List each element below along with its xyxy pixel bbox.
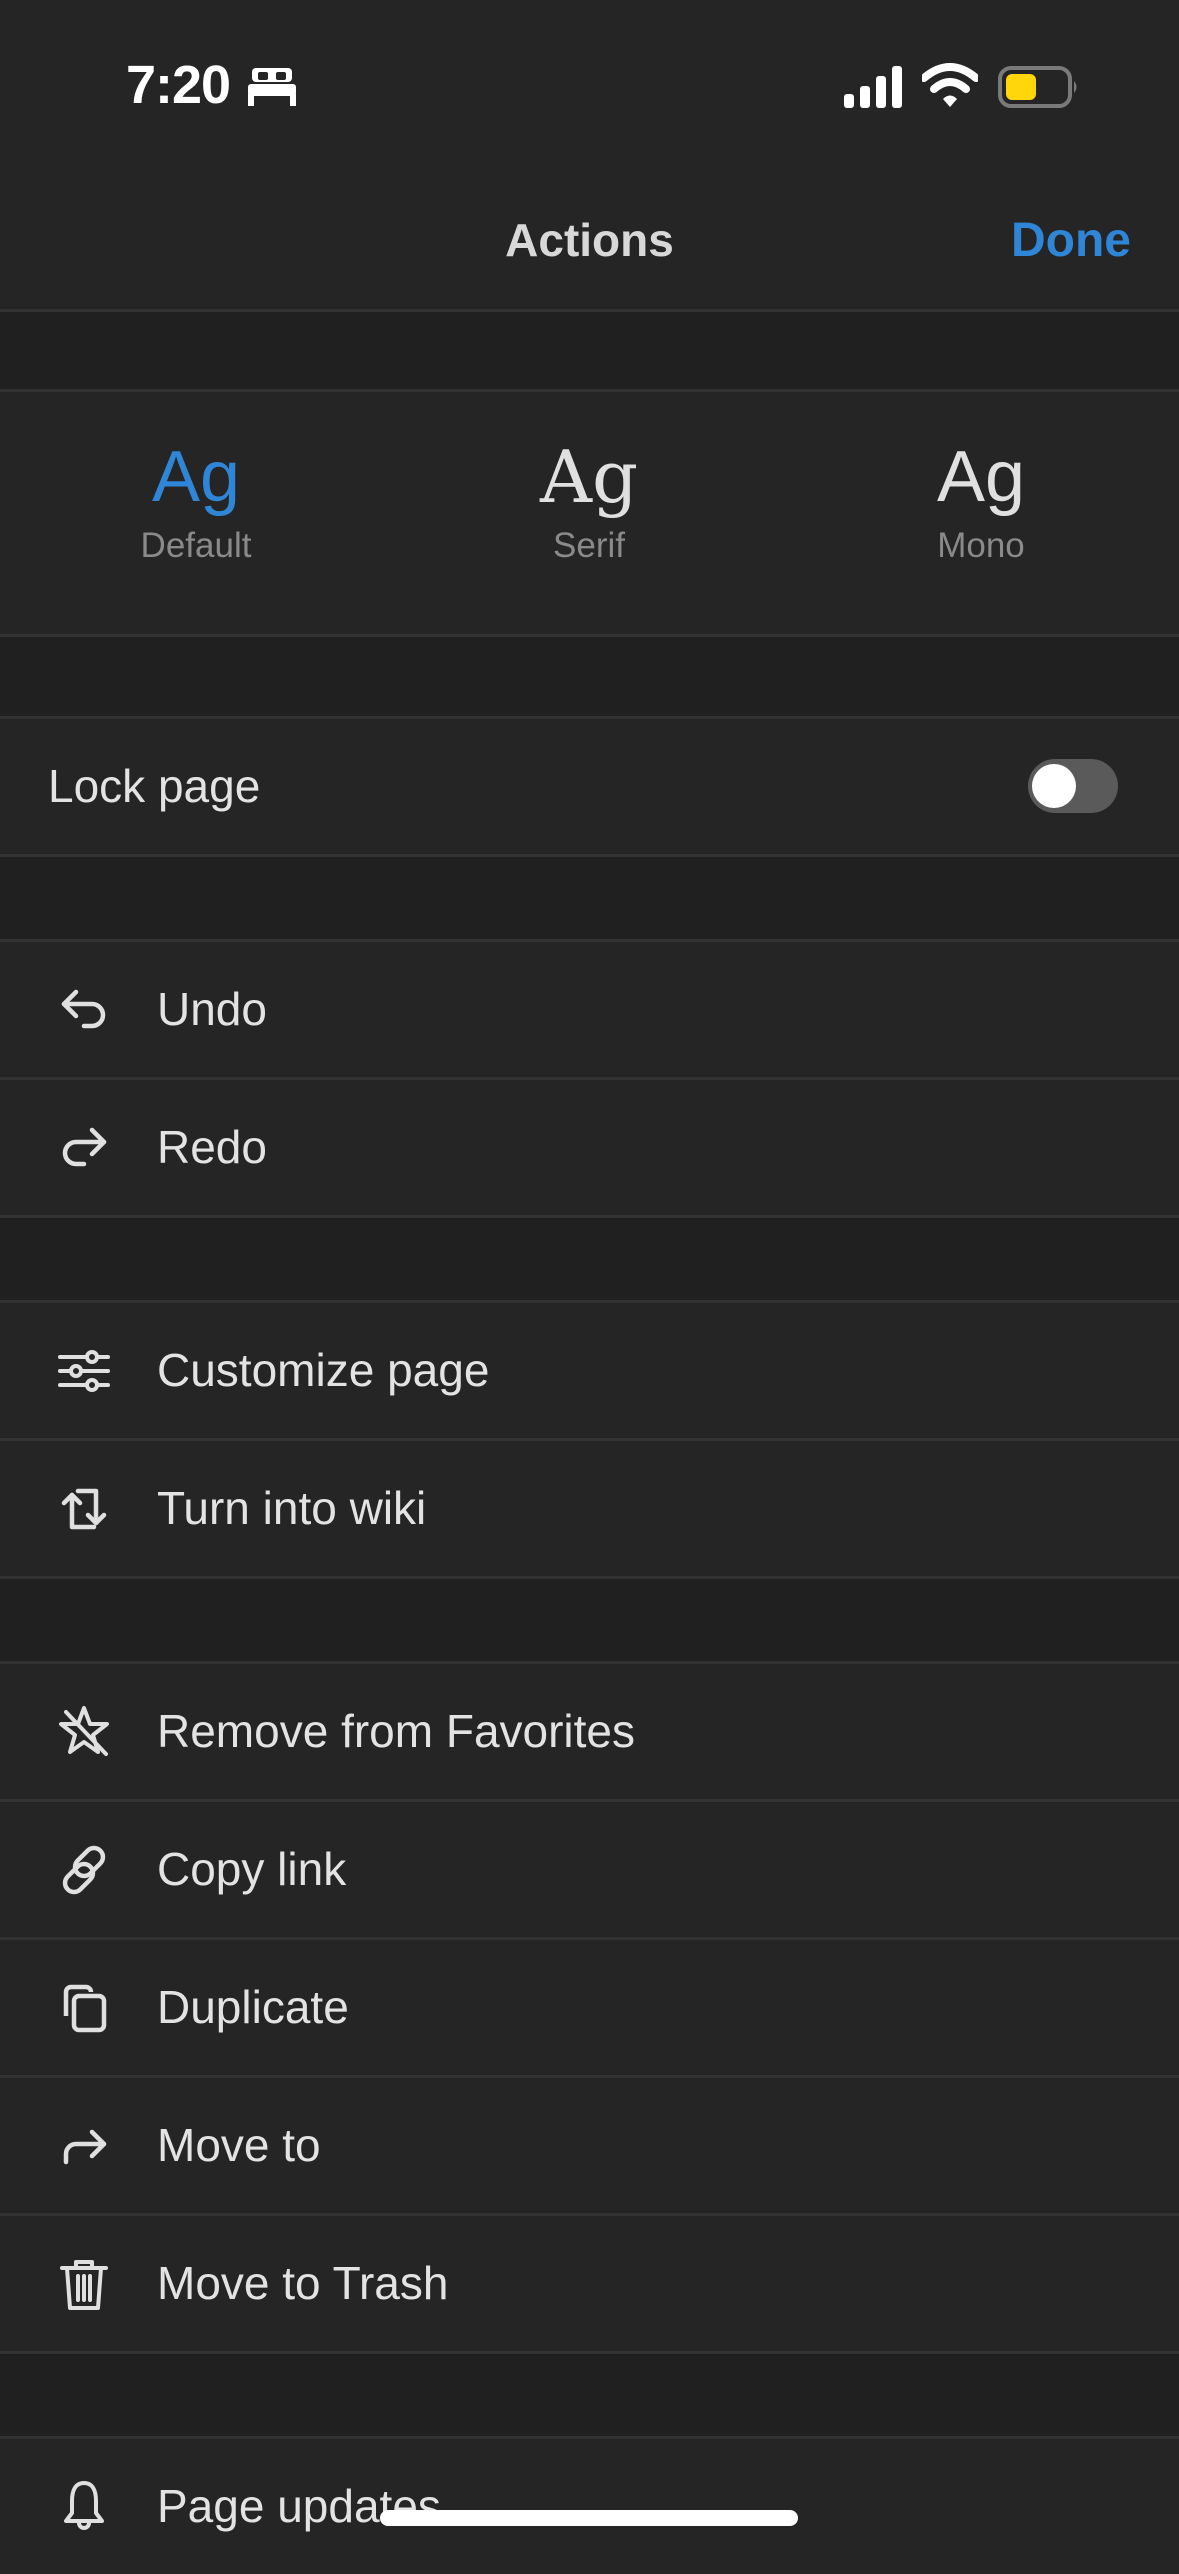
font-preview-default: Ag — [151, 437, 241, 517]
link-icon — [56, 1842, 112, 1898]
lock-page-toggle[interactable] — [1028, 759, 1118, 813]
status-time: 7:20 — [126, 55, 231, 115]
menu-item-duplicate[interactable]: Duplicate — [0, 1940, 1179, 2078]
menu-item-label: Remove from Favorites — [157, 1705, 636, 1757]
done-button[interactable]: Done — [1011, 213, 1131, 268]
menu-item-undo[interactable]: Undo — [0, 942, 1179, 1080]
convert-icon — [56, 1481, 112, 1537]
status-bar: 7:20 — [0, 0, 1179, 175]
toggle-knob — [1032, 764, 1076, 808]
nav-bar: Actions Done — [0, 175, 1179, 312]
section-gap — [0, 2354, 1179, 2439]
menu-item-label: Move to — [157, 2119, 321, 2171]
font-label-default: Default — [140, 526, 252, 565]
undo-icon — [56, 982, 112, 1038]
menu-item-move-to[interactable]: Move to — [0, 2078, 1179, 2216]
home-indicator[interactable] — [380, 2510, 798, 2526]
lock-page-label: Lock page — [48, 760, 261, 812]
cellular-signal-icon — [844, 66, 902, 108]
menu-item-copy-link[interactable]: Copy link — [0, 1802, 1179, 1940]
font-selector: Ag Default Ag Serif Ag Mono — [0, 392, 1179, 637]
menu-item-move-to-trash[interactable]: Move to Trash — [0, 2216, 1179, 2354]
menu-item-label: Redo — [157, 1121, 267, 1173]
menu-item-remove-from-favorites[interactable]: Remove from Favorites — [0, 1664, 1179, 1802]
bell-icon — [56, 2479, 112, 2535]
menu-item-label: Move to Trash — [157, 2257, 449, 2309]
section-gap — [0, 1218, 1179, 1303]
wifi-icon — [922, 63, 978, 107]
menu-item-label: Turn into wiki — [157, 1482, 427, 1534]
menu-item-page-updates[interactable]: Page updates — [0, 2439, 1179, 2574]
lock-page-row: Lock page — [0, 719, 1179, 857]
font-label-serif: Serif — [553, 526, 625, 565]
font-option-default[interactable]: Ag Default — [76, 432, 316, 566]
font-label-mono: Mono — [937, 526, 1025, 565]
duplicate-icon — [56, 1980, 112, 2036]
font-preview-mono: Ag — [936, 437, 1026, 517]
battery-icon — [998, 66, 1077, 108]
bed-icon — [248, 68, 296, 106]
redo-icon — [56, 1120, 112, 1176]
page-title: Actions — [505, 214, 674, 266]
font-preview-serif: Ag — [539, 435, 639, 519]
menu-item-turn-into-wiki[interactable]: Turn into wiki — [0, 1441, 1179, 1579]
trash-icon — [56, 2256, 112, 2312]
move-arrow-icon — [56, 2118, 112, 2174]
menu-item-customize-page[interactable]: Customize page — [0, 1303, 1179, 1441]
sliders-icon — [56, 1343, 112, 1399]
menu-item-label: Customize page — [157, 1344, 490, 1396]
section-gap — [0, 312, 1179, 392]
section-gap — [0, 637, 1179, 719]
menu-item-label: Page updates — [157, 2480, 441, 2532]
menu-item-label: Duplicate — [157, 1981, 349, 2033]
section-gap — [0, 857, 1179, 942]
font-option-serif[interactable]: Ag Serif — [469, 432, 709, 566]
menu-item-label: Copy link — [157, 1843, 347, 1895]
font-option-mono[interactable]: Ag Mono — [861, 432, 1101, 566]
menu-item-redo[interactable]: Redo — [0, 1080, 1179, 1218]
section-gap — [0, 1579, 1179, 1664]
menu-item-label: Undo — [157, 983, 267, 1035]
star-slash-icon — [56, 1704, 112, 1760]
